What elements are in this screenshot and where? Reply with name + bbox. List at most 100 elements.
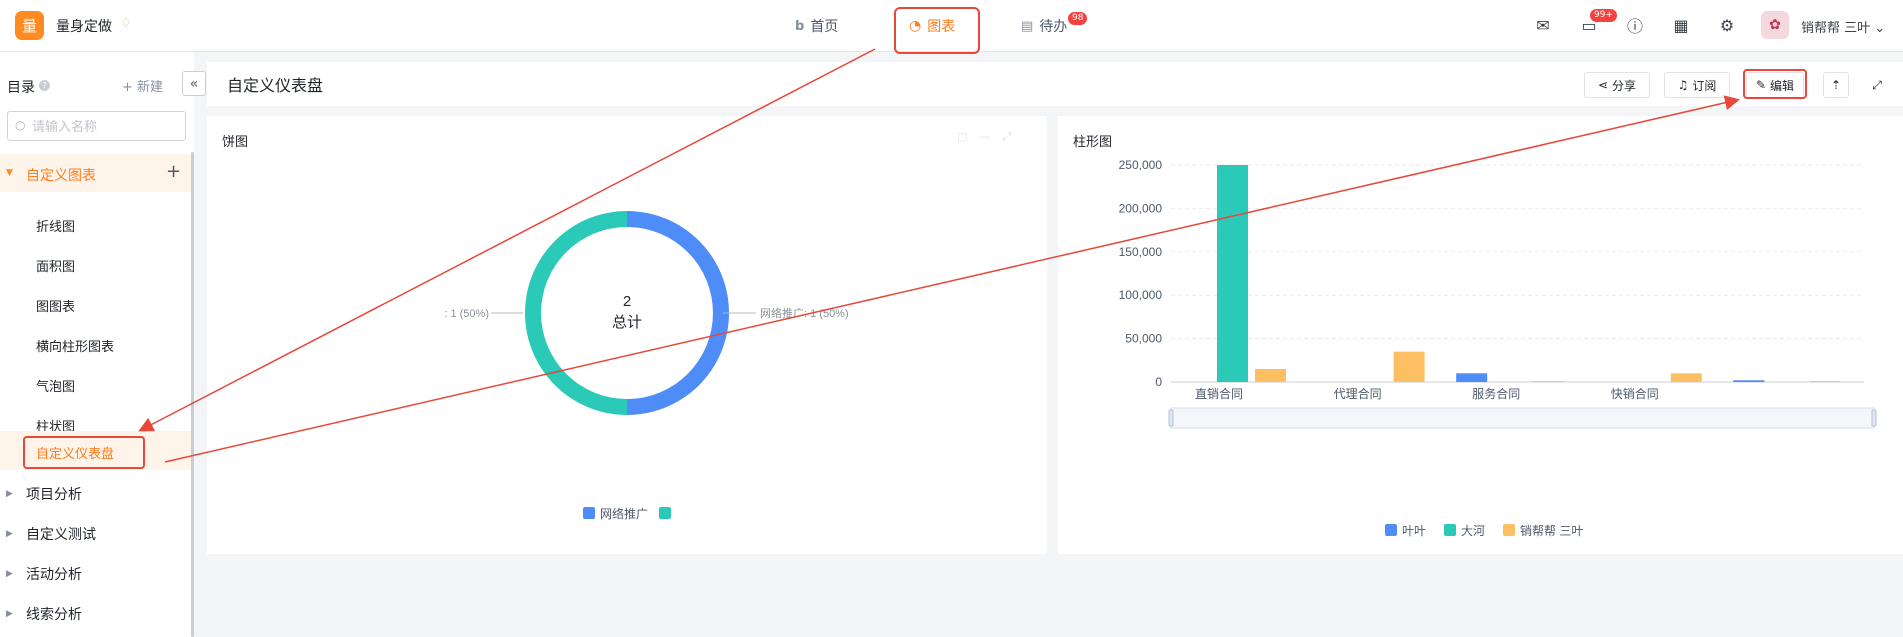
pie-slice[interactable] [627, 211, 729, 415]
sidebar-item[interactable]: 气泡图 [36, 376, 75, 395]
pie-total-label: 总计 [612, 314, 642, 331]
chevron-down-icon: ⌄ [1874, 21, 1886, 36]
home-icon: b [795, 18, 805, 34]
brand-name[interactable]: 量身定做 [56, 16, 112, 36]
y-tick-label: 0 [1155, 375, 1162, 389]
data-zoom-slider[interactable] [1170, 407, 1875, 429]
caret-right-icon: ▶ [6, 529, 13, 539]
sidebar-item-custom-dashboard[interactable]: 自定义仪表盘 [36, 443, 114, 462]
bar-0-2[interactable] [1456, 373, 1488, 382]
share-button[interactable]: ⋖ 分享 [1584, 72, 1650, 98]
sidebar-title: 目录 [7, 80, 35, 96]
bell-icon: ♫ [1677, 78, 1689, 92]
subscribe-label: 订阅 [1692, 78, 1717, 93]
legend-label[interactable]: 大河 [1461, 524, 1485, 538]
share-label: 分享 [1612, 78, 1637, 93]
sidebar-folder[interactable]: 活动分析 [26, 564, 82, 584]
legend-swatch[interactable] [659, 507, 671, 519]
plus-icon: + [122, 80, 133, 95]
y-tick-label: 250,000 [1119, 158, 1163, 172]
share-icon: ⋖ [1597, 78, 1609, 92]
x-tick-label: 快销合同 [1611, 386, 1659, 401]
sidebar-item[interactable]: 折线图 [36, 216, 75, 235]
fullscreen-icon[interactable]: ⤢ [1864, 72, 1890, 98]
page-title: 自定义仪表盘 [227, 76, 324, 95]
help-icon[interactable]: ⓘ [1625, 15, 1645, 36]
apps-grid-icon[interactable]: ▦ [1671, 15, 1691, 35]
todo-badge: 98 [1068, 12, 1088, 25]
help-icon[interactable]: ? [39, 80, 50, 91]
export-icon[interactable]: ⇡ [1823, 72, 1849, 98]
search-input[interactable] [7, 111, 186, 141]
pie-total-value: 2 [623, 293, 631, 310]
nav-todo[interactable]: ▤ 待办 [1021, 16, 1067, 36]
bar-chart-card: 柱形图 250,000 200,000 150,000 100,000 50,000 0 … [1058, 116, 1903, 554]
pie-chart-card: 饼图 ▢—⤢ : 1 (50%) 网络推广: 1 (50%) 2 总计 网络推广 [207, 116, 1047, 554]
nav-charts-label: 图表 [927, 19, 956, 35]
sidebar-item[interactable]: 图图表 [36, 296, 75, 315]
legend-swatch[interactable] [1444, 524, 1456, 536]
pie-slice[interactable] [525, 211, 627, 415]
nav-home[interactable]: b 首页 [795, 16, 838, 36]
bar-2-1[interactable] [1393, 351, 1425, 382]
sidebar-folder[interactable]: 自定义测试 [26, 524, 96, 544]
bar-2-3[interactable] [1670, 373, 1702, 382]
edit-button-highlight [1743, 69, 1807, 99]
pie-label-right: 网络推广: 1 (50%) [760, 306, 849, 320]
sidebar-item[interactable]: 面积图 [36, 256, 75, 275]
username-text: 销帮帮 三叶 [1801, 21, 1871, 36]
nav-charts[interactable]: ◔ 图表 [909, 16, 955, 36]
sidebar-scrollbar[interactable] [191, 152, 194, 637]
y-tick-label: 50,000 [1125, 332, 1162, 346]
y-tick-label: 200,000 [1119, 201, 1163, 215]
nav-home-label: 首页 [810, 19, 839, 35]
legend-label[interactable]: 销帮帮 三叶 [1520, 524, 1583, 538]
bar-2-2[interactable] [1532, 381, 1564, 382]
mail-icon[interactable]: ✉ [1533, 15, 1553, 35]
legend-swatch[interactable] [1503, 524, 1515, 536]
sidebar-folder[interactable]: 线索分析 [26, 604, 82, 624]
app-logo[interactable]: 量 [15, 11, 44, 40]
chart-icon: ◔ [909, 18, 922, 34]
top-bar: 量 量身定做 ♢ b 首页 ◔ 图表 ▤ 待办 98 ✉ ▭ 99+ ⓘ ▦ ⚙… [0, 0, 1903, 54]
avatar[interactable]: ✿ [1761, 11, 1789, 39]
settings-gear-icon[interactable]: ⚙ [1717, 15, 1737, 35]
caret-right-icon: ▶ [6, 569, 13, 579]
new-button-label: 新建 [137, 80, 164, 95]
sidebar-item[interactable]: 横向柱形图表 [36, 336, 114, 355]
calendar-icon: ▤ [1021, 18, 1034, 34]
legend-label[interactable]: 叶叶 [1402, 524, 1426, 538]
diamond-icon: ♢ [120, 16, 132, 31]
x-tick-label: 服务合同 [1472, 386, 1520, 401]
legend-swatch[interactable] [1385, 524, 1397, 536]
pie-chart: : 1 (50%) 网络推广: 1 (50%) 2 总计 网络推广 [444, 211, 849, 521]
add-icon[interactable]: + [166, 161, 181, 182]
legend-label[interactable]: 网络推广 [600, 506, 648, 521]
x-tick-label: 直销合同 [1195, 386, 1243, 401]
bar-2-4[interactable] [1809, 381, 1841, 382]
collapse-sidebar-icon[interactable]: « [182, 71, 206, 96]
bar-1-0[interactable] [1217, 165, 1248, 382]
data-zoom-handle-left[interactable] [1168, 409, 1174, 427]
legend-swatch[interactable] [583, 507, 595, 519]
chat-badge: 99+ [1590, 9, 1617, 22]
caret-right-icon: ▶ [6, 489, 13, 499]
username[interactable]: 销帮帮 三叶 ⌄ [1801, 17, 1885, 36]
bar-2-0[interactable] [1255, 368, 1286, 382]
caret-right-icon: ▶ [6, 609, 13, 619]
new-button[interactable]: + 新建 [122, 76, 163, 95]
data-zoom-handle-right[interactable] [1871, 409, 1877, 427]
y-tick-label: 150,000 [1119, 245, 1163, 259]
sidebar-folder[interactable]: 项目分析 [26, 484, 82, 504]
caret-down-icon: ▼ [6, 168, 13, 178]
bar-chart: 250,000 200,000 150,000 100,000 50,000 0 直销合同… [1119, 158, 1877, 538]
sidebar-group-label: 自定义图表 [26, 168, 96, 184]
pie-label-left: : 1 (50%) [444, 308, 489, 320]
sidebar: 目录 ? + 新建 ○ ▼ 自定义图表 + 折线图 面积图 图图表 横向柱形图表… [0, 52, 194, 637]
nav-todo-label: 待办 [1039, 19, 1068, 35]
bar-0-4[interactable] [1733, 380, 1765, 382]
sidebar-group-custom-charts[interactable]: ▼ 自定义图表 + [0, 154, 191, 192]
x-tick-label: 代理合同 [1334, 386, 1382, 401]
y-tick-label: 100,000 [1119, 288, 1163, 302]
subscribe-button[interactable]: ♫ 订阅 [1664, 72, 1730, 98]
